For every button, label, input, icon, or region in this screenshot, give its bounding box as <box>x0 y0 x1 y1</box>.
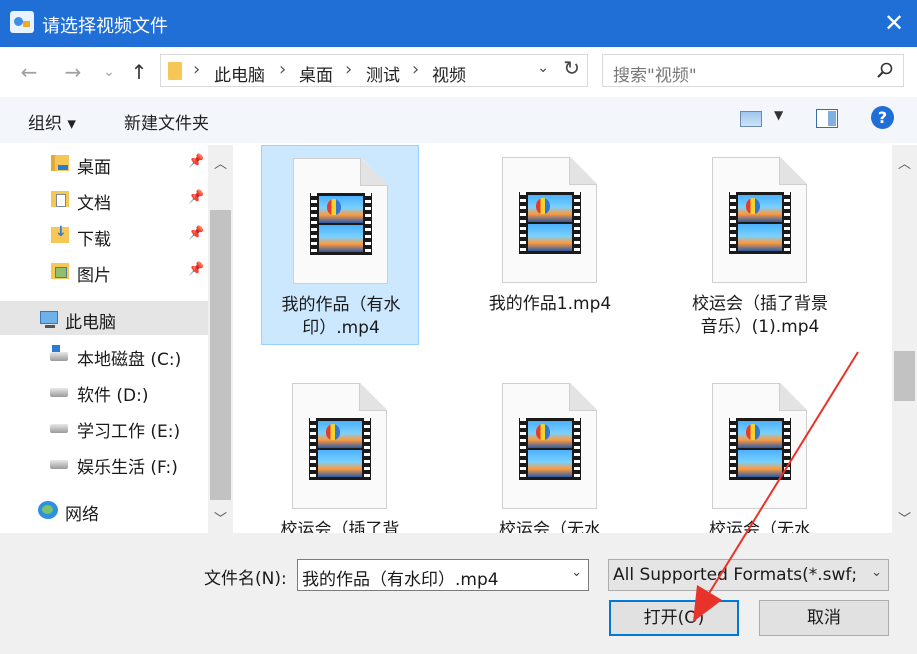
file-name-value: 我的作品（有水印）.mp4 <box>302 570 499 590</box>
sidebar-item-drive-c[interactable]: 本地磁盘 (C:) <box>0 338 208 372</box>
documents-folder-icon <box>51 191 69 207</box>
change-view-icon[interactable] <box>740 111 762 127</box>
breadcrumb-videos[interactable]: 视频 <box>432 61 466 86</box>
sidebar-item-desktop[interactable]: 桌面 📌 <box>0 146 208 180</box>
breadcrumb-desktop[interactable]: 桌面 <box>299 61 333 86</box>
file-name: 校运会（插了背 <box>280 520 400 533</box>
file-name: 校运会（无水 <box>499 520 601 533</box>
file-item[interactable]: 校运会（插了背景音乐）(1).mp4 <box>681 145 839 345</box>
sidebar-item-label: 娱乐生活 (F:) <box>77 458 178 478</box>
chevron-right-icon[interactable]: › <box>345 59 352 80</box>
forward-arrow-icon[interactable]: → <box>60 59 86 85</box>
search-icon[interactable] <box>877 62 893 78</box>
file-name-label: 文件名(N): <box>204 569 287 589</box>
window-title: 请选择视频文件 <box>42 16 168 37</box>
sidebar-item-downloads[interactable]: 下载 📌 <box>0 218 208 252</box>
sidebar-item-label: 文档 <box>77 194 111 214</box>
pictures-folder-icon <box>51 263 69 279</box>
new-folder-button[interactable]: 新建文件夹 <box>124 109 209 134</box>
file-list: 我的作品（有水印）.mp4 我的作品1.mp4 校运会（插了背景音乐）(1).m… <box>233 145 892 533</box>
chevron-right-icon[interactable]: › <box>412 59 419 80</box>
file-item[interactable]: 校运会（无水 <box>471 371 629 533</box>
sidebar-item-drive-d[interactable]: 软件 (D:) <box>0 374 208 408</box>
sidebar-item-label: 学习工作 (E:) <box>77 422 181 442</box>
file-item[interactable]: 我的作品1.mp4 <box>471 145 629 345</box>
file-name: 校运会（无水 <box>709 520 811 533</box>
refresh-icon[interactable]: ↻ <box>563 56 580 80</box>
scrollbar-thumb[interactable] <box>894 351 915 401</box>
sidebar-item-label: 图片 <box>77 266 111 286</box>
file-item[interactable]: 校运会（插了背 <box>261 371 419 533</box>
breadcrumb-test[interactable]: 测试 <box>366 61 400 86</box>
file-type-select[interactable]: All Supported Formats(*.swf; ⌄ <box>608 559 889 591</box>
sidebar-item-label: 软件 (D:) <box>77 386 149 406</box>
file-type-value: All Supported Formats(*.swf; <box>613 565 858 585</box>
chevron-down-icon[interactable]: ⌄ <box>871 565 882 580</box>
breadcrumb-this-pc[interactable]: 此电脑 <box>214 61 265 86</box>
scroll-down-icon[interactable]: ﹀ <box>208 508 233 527</box>
close-icon[interactable]: ✕ <box>871 0 917 47</box>
file-name-input[interactable]: 我的作品（有水印）.mp4 ⌄ <box>297 559 589 591</box>
sidebar-item-pictures[interactable]: 图片 📌 <box>0 254 208 288</box>
pin-icon[interactable]: 📌 <box>188 190 204 205</box>
scroll-up-icon[interactable]: ︿ <box>208 153 233 172</box>
sidebar-item-label: 桌面 <box>77 158 111 178</box>
pin-icon[interactable]: 📌 <box>188 226 204 241</box>
file-name: 校运会（插了背景音乐）(1).mp4 <box>692 294 828 337</box>
cancel-button[interactable]: 取消 <box>759 600 889 636</box>
file-item[interactable]: 校运会（无水 <box>681 371 839 533</box>
sidebar-item-drive-e[interactable]: 学习工作 (E:) <box>0 410 208 444</box>
organize-menu[interactable]: 组织 ▾ <box>28 109 76 134</box>
downloads-folder-icon <box>51 224 69 243</box>
open-button[interactable]: 打开(O) <box>609 600 739 636</box>
address-dropdown-icon[interactable]: ⌄ <box>537 60 549 76</box>
sidebar-item-drive-f[interactable]: 娱乐生活 (F:) <box>0 446 208 480</box>
navigation-bar: ← → ⌄ ↑ › 此电脑 › 桌面 › 测试 › 视频 ⌄ ↻ 搜索"视频" <box>0 47 917 97</box>
folder-icon <box>168 62 182 80</box>
address-bar[interactable]: › 此电脑 › 桌面 › 测试 › 视频 ⌄ ↻ <box>160 54 588 87</box>
file-item[interactable]: 我的作品（有水印）.mp4 <box>261 145 419 345</box>
file-name: 我的作品1.mp4 <box>488 294 612 314</box>
title-bar: 请选择视频文件 ✕ <box>0 0 917 47</box>
preview-pane-icon[interactable] <box>816 109 838 128</box>
back-arrow-icon[interactable]: ← <box>16 59 42 85</box>
sidebar-scrollbar[interactable]: ︿ ﹀ <box>208 145 233 533</box>
drive-icon <box>50 424 68 433</box>
sidebar-item-label: 网络 <box>65 505 99 525</box>
up-arrow-icon[interactable]: ↑ <box>126 59 152 85</box>
dialog-footer: 文件名(N): 我的作品（有水印）.mp4 ⌄ All Supported Fo… <box>0 533 917 654</box>
app-icon <box>10 11 34 33</box>
search-placeholder: 搜索"视频" <box>613 66 697 86</box>
sidebar-item-documents[interactable]: 文档 📌 <box>0 182 208 216</box>
recent-locations-icon[interactable]: ⌄ <box>96 59 122 85</box>
scrollbar-thumb[interactable] <box>210 210 231 500</box>
command-bar: 组织 ▾ 新建文件夹 ▼ ? <box>0 97 917 143</box>
this-pc-icon <box>40 311 58 328</box>
network-icon <box>38 501 58 519</box>
sidebar-item-label: 此电脑 <box>65 313 116 333</box>
pin-icon[interactable]: 📌 <box>188 262 204 277</box>
sidebar-item-network[interactable]: 网络 <box>0 493 208 527</box>
navigation-pane: 桌面 📌 文档 📌 下载 📌 图片 📌 此电脑 本地磁盘 (C:) 软件 (D:… <box>0 145 233 533</box>
file-list-scrollbar[interactable]: ︿ ﹀ <box>892 145 917 533</box>
pin-icon[interactable]: 📌 <box>188 154 204 169</box>
sidebar-item-label: 下载 <box>77 230 111 250</box>
view-options-dropdown-icon[interactable]: ▼ <box>774 108 783 122</box>
drive-icon <box>50 460 68 469</box>
help-icon[interactable]: ? <box>871 106 894 129</box>
chevron-down-icon[interactable]: ⌄ <box>571 565 582 580</box>
chevron-right-icon[interactable]: › <box>279 59 286 80</box>
search-input[interactable]: 搜索"视频" <box>602 54 904 87</box>
sidebar-item-this-pc[interactable]: 此电脑 <box>0 301 208 335</box>
drive-icon <box>50 388 68 397</box>
desktop-folder-icon <box>51 155 69 171</box>
sidebar-item-label: 本地磁盘 (C:) <box>77 350 182 370</box>
file-name: 我的作品（有水印）.mp4 <box>281 295 401 338</box>
scroll-up-icon[interactable]: ︿ <box>892 153 917 172</box>
system-drive-icon <box>50 345 68 361</box>
scroll-down-icon[interactable]: ﹀ <box>892 508 917 527</box>
chevron-right-icon[interactable]: › <box>193 59 200 80</box>
